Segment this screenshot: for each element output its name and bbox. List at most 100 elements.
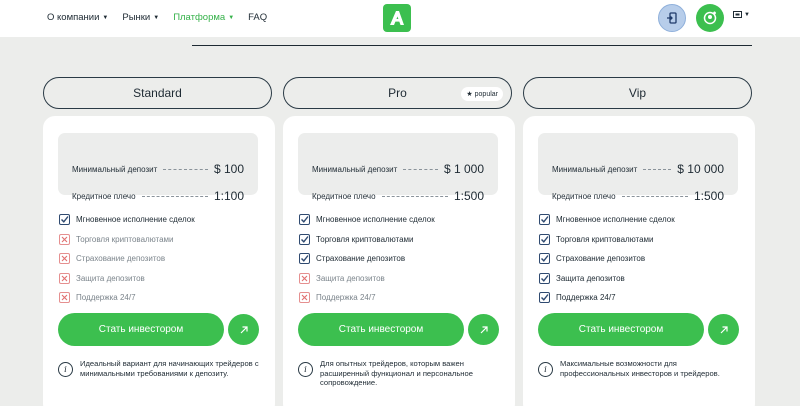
feature-label: Мгновенное исполнение сделок bbox=[556, 215, 675, 225]
feature-list: Мгновенное исполнение сделок Торговля кр… bbox=[299, 210, 435, 308]
arrow-up-right-icon bbox=[720, 325, 728, 333]
cross-icon bbox=[299, 292, 310, 304]
arrow-up-right-button[interactable] bbox=[468, 314, 499, 345]
cross-icon bbox=[59, 253, 70, 265]
checkmark-icon bbox=[299, 214, 310, 226]
min-deposit-value: $ 1 000 bbox=[443, 162, 484, 176]
feature-label: Защита депозитов bbox=[76, 273, 145, 283]
leverage-row: Кредитное плечо 1:500 bbox=[552, 189, 724, 203]
nav-item-company[interactable]: О компании ▼ bbox=[47, 12, 108, 23]
leverage-row: Кредитное плечо 1:500 bbox=[312, 189, 484, 203]
feature-item: Защита депозитов bbox=[539, 269, 675, 289]
feature-label: Мгновенное исполнение сделок bbox=[76, 215, 195, 225]
feature-label: Мгновенное исполнение сделок bbox=[316, 215, 435, 225]
login-door-icon bbox=[667, 12, 677, 24]
feature-label: Поддержка 24/7 bbox=[76, 293, 136, 303]
nav-item-label: Платформа bbox=[173, 12, 226, 23]
leverage-value: 1:500 bbox=[693, 189, 724, 203]
feature-label: Защита депозитов bbox=[556, 273, 625, 283]
feature-label: Торговля криптовалютами bbox=[556, 234, 654, 244]
feature-label: Поддержка 24/7 bbox=[556, 293, 616, 303]
cross-icon bbox=[299, 272, 310, 284]
info-icon: i bbox=[538, 362, 553, 377]
checkmark-icon bbox=[539, 233, 550, 245]
feature-item: Торговля криптовалютами bbox=[539, 230, 675, 250]
feature-item: Мгновенное исполнение сделок bbox=[299, 210, 435, 230]
leverage-value: 1:500 bbox=[453, 189, 484, 203]
nav-item-label: FAQ bbox=[248, 12, 268, 23]
checkmark-icon bbox=[539, 253, 550, 265]
badge-label: popular bbox=[474, 90, 498, 98]
feature-label: Страхование депозитов bbox=[316, 254, 406, 264]
nav-item-label: О компании bbox=[47, 12, 100, 23]
min-deposit-row: Минимальный депозит $ 100 bbox=[72, 162, 244, 176]
nav-item-markets[interactable]: Рынки ▼ bbox=[122, 12, 159, 23]
feature-item: Защита депозитов bbox=[299, 269, 435, 289]
info-icon: i bbox=[298, 362, 313, 377]
min-deposit-row: Минимальный депозит $ 1 000 bbox=[312, 162, 484, 176]
plan-note: i Для опытных трейдеров, которым важен р… bbox=[298, 359, 503, 388]
arrow-up-right-button[interactable] bbox=[228, 314, 259, 345]
plan-note: i Идеальный вариант для начинающих трейд… bbox=[58, 359, 263, 378]
dotted-leader bbox=[621, 195, 688, 197]
become-investor-button[interactable]: Стать инвестором bbox=[58, 313, 224, 346]
feature-item: Поддержка 24/7 bbox=[59, 288, 195, 308]
arrow-up-right-button[interactable] bbox=[708, 314, 739, 345]
feature-item: Мгновенное исполнение сделок bbox=[539, 210, 675, 230]
site-header: О компании ▼ Рынки ▼ Платформа ▼ FAQ ▼ bbox=[0, 0, 800, 37]
nav-item-platform[interactable]: Платформа ▼ bbox=[173, 12, 234, 23]
feature-label: Страхование депозитов bbox=[556, 254, 646, 264]
arrow-up-right-icon bbox=[480, 325, 488, 333]
feature-item: Поддержка 24/7 bbox=[539, 288, 675, 308]
login-button[interactable] bbox=[658, 4, 686, 32]
feature-item: Мгновенное исполнение сделок bbox=[59, 210, 195, 230]
language-selector[interactable]: ▼ bbox=[733, 11, 750, 18]
plan-note: i Максимальные возможности для профессио… bbox=[538, 359, 743, 378]
dotted-leader bbox=[163, 168, 208, 170]
cross-icon bbox=[59, 233, 70, 245]
info-icon: i bbox=[58, 362, 73, 377]
feature-item: Торговля криптовалютами bbox=[299, 230, 435, 250]
checkmark-icon bbox=[299, 253, 310, 265]
checkmark-icon bbox=[59, 214, 70, 226]
min-deposit-label: Минимальный депозит bbox=[552, 164, 638, 174]
dotted-leader bbox=[381, 195, 448, 197]
become-investor-button[interactable]: Стать инвестором bbox=[538, 313, 704, 346]
checkmark-icon bbox=[539, 214, 550, 226]
feature-list: Мгновенное исполнение сделок Торговля кр… bbox=[539, 210, 675, 308]
feature-item: Торговля криптовалютами bbox=[59, 230, 195, 250]
feature-label: Защита депозитов bbox=[316, 273, 385, 283]
feature-item: Защита депозитов bbox=[59, 269, 195, 289]
plan-conditions: Минимальный депозит $ 100 Кредитное плеч… bbox=[58, 133, 258, 203]
feature-item: Страхование депозитов bbox=[539, 249, 675, 269]
plan-note-text: Идеальный вариант для начинающих трейдер… bbox=[80, 359, 259, 378]
feature-list: Мгновенное исполнение сделок Торговля кр… bbox=[59, 210, 195, 308]
nav-item-faq[interactable]: FAQ bbox=[248, 12, 267, 23]
register-button[interactable] bbox=[696, 4, 724, 32]
feature-label: Торговля криптовалютами bbox=[76, 234, 174, 244]
become-investor-button[interactable]: Стать инвестором bbox=[298, 313, 464, 346]
tab-label: Pro bbox=[388, 86, 407, 100]
cross-icon bbox=[59, 272, 70, 284]
plan-note-text: Для опытных трейдеров, которым важен рас… bbox=[320, 359, 473, 387]
cross-icon bbox=[59, 292, 70, 304]
popular-badge: ★ popular bbox=[461, 87, 503, 101]
chevron-down-icon: ▼ bbox=[153, 14, 160, 21]
logo[interactable] bbox=[383, 4, 411, 32]
main-nav: О компании ▼ Рынки ▼ Платформа ▼ FAQ bbox=[47, 12, 267, 23]
feature-label: Поддержка 24/7 bbox=[316, 293, 376, 303]
tab-standard[interactable]: Standard bbox=[43, 77, 272, 109]
checkmark-icon bbox=[539, 272, 550, 284]
tab-vip[interactable]: Vip bbox=[523, 77, 752, 109]
section-divider bbox=[192, 45, 752, 46]
tab-pro[interactable]: Pro ★ popular bbox=[283, 77, 512, 109]
feature-item: Страхование депозитов bbox=[59, 249, 195, 269]
chevron-down-icon: ▼ bbox=[228, 14, 235, 21]
tab-label: Vip bbox=[628, 86, 647, 100]
min-deposit-label: Минимальный депозит bbox=[72, 164, 158, 174]
plan-note-text: Максимальные возможности для профессиона… bbox=[560, 359, 720, 378]
dotted-leader bbox=[403, 168, 438, 170]
star-icon: ★ bbox=[466, 91, 473, 98]
user-plus-icon bbox=[703, 11, 717, 25]
flag-icon bbox=[733, 11, 742, 18]
